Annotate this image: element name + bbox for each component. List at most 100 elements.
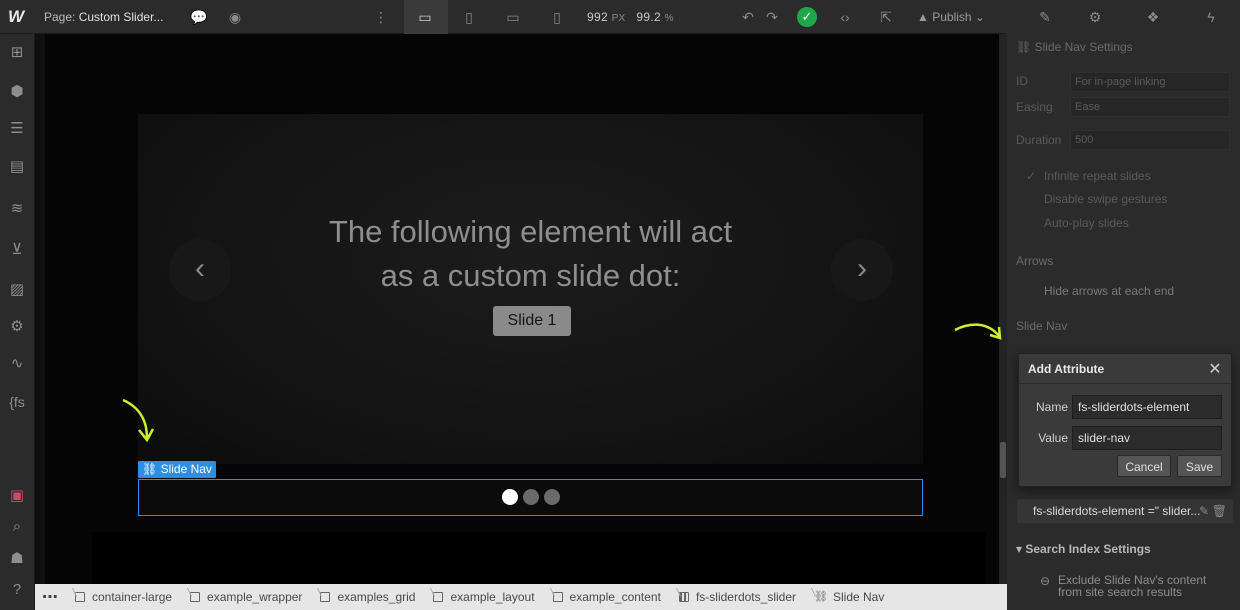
box-icon: [320, 592, 331, 602]
slide-1-button[interactable]: Slide 1: [493, 306, 571, 336]
style-brush-icon[interactable]: ✎: [1036, 8, 1054, 26]
more-vertical-icon[interactable]: ⋮: [372, 8, 390, 26]
search-index-header[interactable]: ▾ Search Index Settings: [1016, 542, 1151, 556]
slide-dot[interactable]: [544, 489, 560, 505]
link-icon: ⛓: [142, 462, 161, 476]
canvas-scrollbar[interactable]: [999, 34, 1007, 584]
designer-canvas[interactable]: ‹ › The following element will act as a …: [35, 34, 999, 584]
symbols-cube-icon[interactable]: ⬢: [7, 82, 27, 102]
zoom-value: 99.2: [636, 10, 661, 24]
mobile-landscape-icon[interactable]: ▭: [504, 8, 522, 26]
id-label: ID: [1016, 74, 1028, 88]
slide-nav-selection-tag[interactable]: ⛓ Slide Nav: [138, 461, 216, 478]
annotation-arrow-icon: [122, 398, 155, 443]
chevron-down-icon: ⌄: [971, 10, 985, 24]
lightning-icon[interactable]: ϟ: [1202, 8, 1220, 26]
custom-attribute-row[interactable]: fs-sliderdots-element =" slider... ✎ 🗑: [1017, 499, 1233, 523]
more-horizontal-icon[interactable]: ⋯: [35, 587, 65, 607]
page-prefix: Page:: [44, 10, 76, 24]
settings-icon[interactable]: ⚙: [7, 317, 27, 337]
breadcrumb-item[interactable]: example_content: [543, 584, 669, 610]
assets-icon[interactable]: ▨: [7, 280, 27, 300]
ecommerce-cart-icon[interactable]: ⊻: [7, 240, 27, 260]
breadcrumb-item[interactable]: example_wrapper: [180, 584, 310, 610]
tablet-breakpoint-icon[interactable]: ▯: [460, 8, 478, 26]
box-icon: [433, 592, 444, 602]
slide-nav-element[interactable]: [138, 479, 923, 516]
slide-nav-section-title: Slide Nav: [1016, 319, 1068, 333]
saved-check-icon: ✓: [797, 7, 817, 27]
publish-rocket-icon: ▲: [917, 10, 933, 24]
hide-arrows-label: Hide arrows at each end: [1044, 284, 1175, 298]
audit-pulse-icon[interactable]: ∿: [7, 354, 27, 374]
dialog-title: Add Attribute: [1028, 362, 1105, 376]
section-block: [92, 532, 986, 584]
code-icon[interactable]: ‹›: [836, 8, 854, 26]
id-input[interactable]: For in-page linking: [1070, 72, 1230, 92]
slide-headline: The following element will act as a cust…: [138, 210, 923, 298]
width-unit: PX: [611, 13, 626, 24]
undo-icon[interactable]: ↶: [739, 8, 757, 26]
page-selector[interactable]: Page: Custom Slider...: [44, 10, 163, 24]
dialog-header: Add Attribute ✕: [1019, 354, 1231, 384]
save-button[interactable]: Save: [1177, 455, 1222, 477]
disable-swipe-label: Disable swipe gestures: [1044, 192, 1168, 206]
settings-gear-icon[interactable]: ⚙: [1086, 8, 1104, 26]
desktop-breakpoint-icon[interactable]: ▭: [416, 8, 434, 26]
breadcrumb-item[interactable]: ⛓ Slide Nav: [804, 584, 892, 610]
autoplay-label: Auto-play slides: [1044, 216, 1129, 230]
easing-select[interactable]: Ease: [1070, 97, 1230, 117]
slide-dot[interactable]: [502, 489, 518, 505]
attribute-name-input[interactable]: fs-sliderdots-element: [1072, 395, 1222, 419]
slider-icon: [678, 592, 689, 602]
exclude-line-2: from site search results: [1058, 585, 1183, 599]
slider-component[interactable]: ‹ › The following element will act as a …: [138, 114, 923, 464]
headline-line-2: as a custom slide dot:: [380, 258, 681, 293]
redo-icon[interactable]: ↷: [763, 8, 781, 26]
comment-icon[interactable]: 💬: [190, 8, 208, 26]
help-icon[interactable]: ?: [7, 580, 27, 600]
close-icon[interactable]: ✕: [1207, 359, 1223, 379]
cancel-button[interactable]: Cancel: [1117, 455, 1171, 477]
page-body: ‹ › The following element will act as a …: [45, 34, 999, 584]
breadcrumb-item[interactable]: examples_grid: [310, 584, 423, 610]
infinite-repeat-label: Infinite repeat slides: [1044, 169, 1151, 183]
attribute-value-input[interactable]: slider-nav: [1072, 426, 1222, 450]
search-icon[interactable]: ⌕: [7, 517, 27, 537]
mobile-portrait-icon[interactable]: ▯: [548, 8, 566, 26]
export-icon[interactable]: ⇱: [877, 8, 895, 26]
interactions-icon[interactable]: ❖: [1144, 8, 1162, 26]
duration-label: Duration: [1016, 133, 1062, 147]
annotation-arrow-icon: [954, 323, 1002, 340]
breadcrumb-item[interactable]: container-large: [65, 584, 180, 610]
left-sidebar: ⊞ ⬢ ☰ ▤ ≋ ⊻ ▨ ⚙ ∿ {fs ▣ ⌕ ☗ ?: [0, 34, 35, 610]
breadcrumb-item[interactable]: example_layout: [423, 584, 542, 610]
preview-eye-icon[interactable]: ◉: [226, 8, 244, 26]
pages-icon[interactable]: ▤: [7, 157, 27, 177]
zoom-unit: %: [664, 13, 674, 24]
collaborators-icon[interactable]: ☗: [7, 549, 27, 569]
box-icon: [552, 592, 563, 602]
scrollbar-thumb[interactable]: [1000, 442, 1006, 478]
infinite-check-icon[interactable]: ✓: [1026, 169, 1036, 183]
finsweet-extension-icon[interactable]: {fs: [7, 392, 27, 412]
navigator-icon[interactable]: ☰: [7, 119, 27, 139]
canvas-dimensions: 992 PX 99.2 %: [587, 10, 674, 24]
add-element-icon[interactable]: ⊞: [7, 43, 27, 63]
slide-dot[interactable]: [523, 489, 539, 505]
caret-down-icon: ▾: [1016, 542, 1026, 556]
box-icon: [75, 592, 85, 602]
delete-trash-icon[interactable]: 🗑: [1212, 499, 1227, 523]
name-label: Name: [1035, 400, 1068, 414]
duration-input[interactable]: 500: [1070, 130, 1230, 150]
top-toolbar: W Page: Custom Slider... 💬 ◉ ⋮ ▭ ▯ ▭ ▯ 9…: [0, 0, 1240, 34]
exclude-search-label[interactable]: Exclude Slide Nav's content from site se…: [1058, 574, 1206, 598]
edit-pencil-icon[interactable]: ✎: [1199, 499, 1209, 523]
cms-database-icon[interactable]: ≋: [7, 199, 27, 219]
breadcrumb-item[interactable]: fs-sliderdots_slider: [669, 584, 804, 610]
publish-button[interactable]: ▲ Publish ⌄: [917, 10, 985, 24]
webflow-logo-icon[interactable]: W: [8, 7, 28, 27]
search-exclude-icon: ⊖: [1040, 574, 1051, 588]
record-icon[interactable]: ▣: [7, 486, 27, 506]
attribute-text: fs-sliderdots-element =" slider...: [1033, 504, 1201, 518]
